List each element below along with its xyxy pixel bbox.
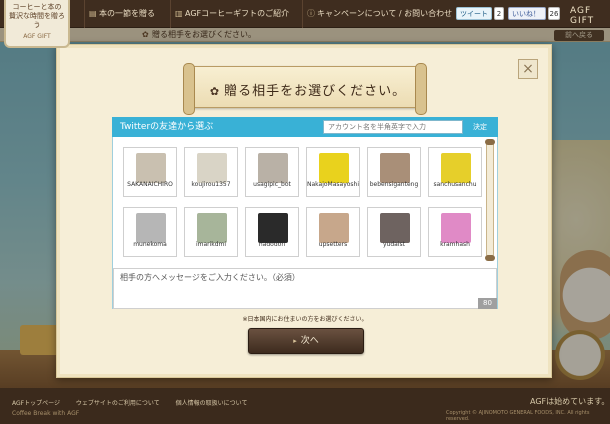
friend-name: usagipic_bot (253, 181, 291, 188)
decide-button[interactable]: 決定 (466, 120, 494, 134)
logo-line-3: AGF GIFT (23, 33, 51, 40)
site-logo[interactable]: コーヒーと本の 贅沢な時間を贈ろう AGF GIFT (4, 0, 70, 48)
footer-link-privacy[interactable]: 個人情報の取扱いについて (176, 400, 248, 407)
nav-item-coffee-gift[interactable]: ▥ AGFコーヒーギフトのご紹介 (170, 0, 289, 28)
friend-tile[interactable] (245, 207, 299, 257)
avatar (197, 213, 227, 243)
nav-label: キャンペーンについて / お問い合わせ (317, 9, 453, 18)
friend-tile[interactable] (306, 147, 360, 197)
residence-note: ※日本国内にお住まいの方をお選びください。 (242, 316, 368, 323)
scrollbar-cap-top (485, 139, 495, 145)
friend-name: upsetters (318, 241, 348, 248)
avatar (258, 153, 288, 183)
friends-scrollbar[interactable] (486, 140, 494, 258)
friend-tile[interactable] (123, 147, 177, 197)
agf-gift-logo[interactable]: AGF GIFT (570, 6, 610, 26)
friend-tile[interactable] (184, 147, 238, 197)
friend-name: bebensiganteng (369, 181, 419, 188)
friend-name: hadodon (258, 241, 286, 248)
nav-item-send-book[interactable]: ▤ 本の一節を贈る (84, 0, 155, 28)
friend-name: kramhash (440, 241, 470, 248)
panel-title: Twitterの友達から選ぶ (120, 122, 214, 132)
gift-icon: ▥ (175, 9, 183, 18)
friend-name: koujirou1357 (191, 181, 231, 188)
book-icon: ▤ (89, 9, 97, 18)
avatar (136, 213, 166, 243)
friend-tile[interactable] (123, 207, 177, 257)
friend-tile[interactable] (367, 207, 421, 257)
logo-line-2: 贅沢な時間を贈ろう (9, 12, 65, 29)
like-button[interactable]: いいね！ (508, 7, 546, 20)
avatar (441, 153, 471, 183)
friend-tile[interactable] (306, 207, 360, 257)
avatar (380, 213, 410, 243)
modal-title: ✿ 贈る相手をお選びください。 (208, 80, 408, 99)
avatar (380, 153, 410, 183)
tweet-button[interactable]: ツイート (456, 7, 492, 20)
avatar (258, 213, 288, 243)
logo-line-1: コーヒーと本の (12, 3, 62, 11)
arrow-right-icon: ▸ (293, 337, 297, 345)
friend-name: yudaist (383, 241, 405, 248)
next-button[interactable]: ▸ 次へ (248, 328, 364, 354)
footer-copyright: Copyright © AJINOMOTO GENERAL FOODS, INC… (446, 410, 590, 422)
account-search-input[interactable] (323, 120, 463, 134)
footer-brand: Coffee Break with AGF (12, 410, 80, 417)
info-icon: ⓘ (307, 9, 315, 18)
message-textarea[interactable] (113, 268, 497, 309)
footer-link-agf-top[interactable]: AGFトップページ (12, 400, 60, 407)
char-count-badge: 80 (478, 298, 497, 309)
avatar (197, 153, 227, 183)
friend-tile[interactable] (428, 147, 482, 197)
footer-link-terms[interactable]: ウェブサイトのご利用について (76, 400, 160, 407)
friend-tile[interactable] (184, 207, 238, 257)
tweet-count: 2 (494, 7, 504, 20)
friend-tile[interactable] (367, 147, 421, 197)
avatar (319, 153, 349, 183)
friend-name: imarikdmi (195, 241, 227, 248)
like-label: いいね！ (512, 10, 540, 18)
friend-name: sanchusanchu (433, 181, 477, 188)
next-label: 次へ (300, 336, 319, 346)
close-button[interactable]: × (518, 59, 538, 79)
friend-name: munekoma (133, 241, 167, 248)
nav-item-campaign[interactable]: ⓘ キャンペーンについて / お問い合わせ (302, 0, 452, 28)
footer-agf-text: AGFは始めています。 (530, 397, 610, 406)
friend-name: NakajoMasayoshi (306, 181, 360, 188)
avatar (441, 213, 471, 243)
friend-name: SAKANAICHIRO (127, 181, 173, 188)
flower-icon: ✿ (209, 85, 221, 98)
scrollbar-cap-bottom (485, 255, 495, 261)
like-count: 26 (548, 7, 560, 20)
nav-label: AGFコーヒーギフトのご紹介 (185, 9, 290, 18)
tweet-label: ツイート (460, 10, 488, 18)
friend-tile[interactable] (245, 147, 299, 197)
friend-tile[interactable] (428, 207, 482, 257)
nav-label: 本の一節を贈る (99, 9, 155, 18)
footer-links: AGFトップページ ウェブサイトのご利用について 個人情報の取扱いについて (12, 398, 261, 407)
avatar (319, 213, 349, 243)
modal-title-text: 贈る相手をお選びください。 (224, 84, 407, 99)
avatar (136, 153, 166, 183)
